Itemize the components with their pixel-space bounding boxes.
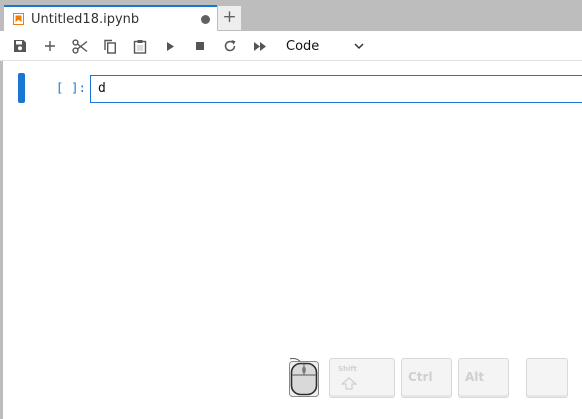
restart-icon — [224, 40, 236, 52]
restart-button[interactable] — [219, 36, 241, 56]
notebook-toolbar: Code — [0, 31, 582, 61]
save-icon — [14, 40, 26, 52]
tab-bar: Untitled18.ipynb + — [0, 0, 582, 31]
new-tab-button[interactable]: + — [218, 6, 241, 30]
run-icon — [167, 41, 174, 51]
chevron-down-icon — [354, 42, 364, 49]
restart-run-all-button[interactable] — [249, 36, 271, 56]
notebook-window: Untitled18.ipynb + Code []: d Shift Ctr… — [0, 0, 582, 419]
blank-key-indicator — [526, 358, 568, 398]
alt-key-indicator: Alt — [458, 358, 509, 398]
paste-icon — [133, 39, 147, 54]
tab-title: Untitled18.ipynb — [31, 11, 140, 27]
copy-icon — [104, 39, 116, 54]
copy-button[interactable] — [99, 36, 121, 56]
add-icon — [45, 41, 55, 51]
cell-type-label: Code — [286, 38, 320, 54]
interrupt-button[interactable] — [189, 36, 211, 56]
fast-forward-icon — [254, 41, 266, 51]
stop-icon — [196, 42, 204, 50]
cut-icon — [72, 38, 88, 54]
mouse-icon — [289, 358, 319, 397]
shift-key-indicator: Shift — [329, 358, 395, 398]
cell-prompt: [ ]: — [55, 80, 86, 95]
cell-collapser[interactable] — [18, 73, 25, 103]
notebook-left-border — [0, 61, 3, 419]
cut-button[interactable] — [69, 36, 91, 56]
tab-untitled18[interactable]: Untitled18.ipynb — [4, 5, 217, 31]
unsaved-dot-icon[interactable] — [201, 14, 210, 24]
notebook-icon — [13, 13, 24, 25]
alt-key-label: Alt — [465, 370, 485, 384]
shift-arrow-icon — [341, 377, 357, 390]
add-cell-button[interactable] — [39, 36, 61, 56]
cell-type-dropdown[interactable]: Code — [282, 37, 368, 55]
run-button[interactable] — [159, 36, 181, 56]
ctrl-key-label: Ctrl — [408, 370, 433, 384]
ctrl-key-indicator: Ctrl — [401, 358, 452, 398]
shift-key-label: Shift — [338, 365, 357, 373]
paste-button[interactable] — [129, 36, 151, 56]
code-cell-editor[interactable]: d — [90, 75, 582, 103]
save-button[interactable] — [9, 36, 31, 56]
